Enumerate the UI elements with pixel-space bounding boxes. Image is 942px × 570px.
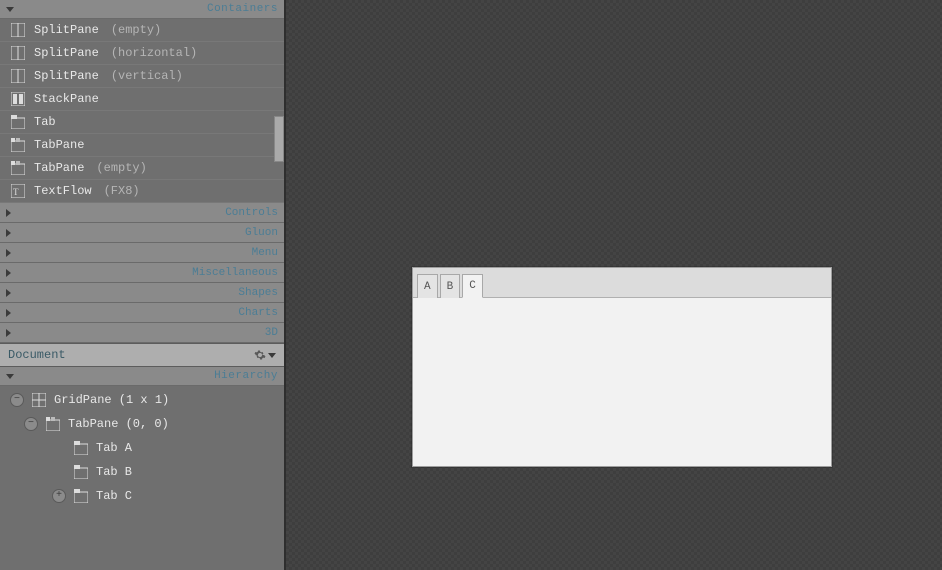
tab-icon: [72, 464, 90, 480]
expand-icon[interactable]: +: [52, 489, 66, 503]
tree-label: GridPane (1 x 1): [54, 393, 169, 407]
category-title: Containers: [207, 3, 278, 15]
tab-icon: [10, 114, 26, 130]
library-item[interactable]: SplitPane (horizontal): [0, 42, 284, 65]
grid-icon: [30, 392, 48, 408]
library-item-name: SplitPane: [34, 69, 99, 83]
library-item-name: Tab: [34, 115, 56, 129]
library-item-suffix: (vertical): [111, 69, 183, 83]
scrollbar-thumb[interactable]: [274, 116, 284, 162]
library-item[interactable]: TabPane (empty): [0, 157, 284, 180]
collapse-icon[interactable]: −: [10, 393, 24, 407]
tab-icon: [72, 488, 90, 504]
hierarchy-tree: − GridPane (1 x 1) − TabPane (0, 0) Tab A Tab…: [0, 386, 284, 570]
category-header-containers[interactable]: Containers: [0, 0, 284, 19]
splitpane-icon: [10, 22, 26, 38]
library-item[interactable]: Tab: [0, 111, 284, 134]
tree-row[interactable]: Tab A: [0, 436, 284, 460]
tab-content: [413, 298, 831, 466]
tabpane-preview[interactable]: ABC: [412, 267, 832, 467]
library-item-suffix: (empty): [96, 161, 146, 175]
hierarchy-header[interactable]: Hierarchy: [0, 367, 284, 386]
tree-label: TabPane (0, 0): [68, 417, 169, 431]
library-item[interactable]: SplitPane (empty): [0, 19, 284, 42]
tree-row[interactable]: − GridPane (1 x 1): [0, 388, 284, 412]
tabpane-icon: [10, 137, 26, 153]
category-title: Menu: [252, 247, 278, 259]
category-header[interactable]: Controls: [0, 203, 284, 223]
category-title: Shapes: [238, 287, 278, 299]
library-item-name: TextFlow: [34, 184, 92, 198]
chevron-right-icon: [6, 289, 11, 297]
library-item[interactable]: StackPane: [0, 88, 284, 111]
tabpane-icon: [44, 416, 62, 432]
tree-row[interactable]: + Tab C: [0, 484, 284, 508]
chevron-right-icon: [6, 249, 11, 257]
tree-label: Tab C: [96, 489, 132, 503]
gear-icon[interactable]: [254, 349, 266, 361]
library-item-suffix: (horizontal): [111, 46, 197, 60]
left-panel: Containers SplitPane (empty) SplitPane (hor…: [0, 0, 284, 570]
splitpane-icon: [10, 68, 26, 84]
library-item[interactable]: TabPane: [0, 134, 284, 157]
category-header[interactable]: Shapes: [0, 283, 284, 303]
category-header[interactable]: Menu: [0, 243, 284, 263]
stackpane-icon: [10, 91, 26, 107]
tab-a[interactable]: A: [417, 274, 438, 298]
tab-c[interactable]: C: [462, 274, 483, 298]
hierarchy-title: Hierarchy: [214, 370, 278, 382]
library-item-name: StackPane: [34, 92, 99, 106]
category-header[interactable]: Miscellaneous: [0, 263, 284, 283]
tab-b[interactable]: B: [440, 274, 461, 298]
tree-label: Tab A: [96, 441, 132, 455]
category-title: Gluon: [245, 227, 278, 239]
tree-row[interactable]: − TabPane (0, 0): [0, 412, 284, 436]
category-title: Miscellaneous: [192, 267, 278, 279]
textflow-icon: [10, 183, 26, 199]
chevron-down-icon[interactable]: [268, 353, 276, 358]
splitpane-icon: [10, 45, 26, 61]
document-header[interactable]: Document: [0, 343, 284, 367]
category-header[interactable]: 3D: [0, 323, 284, 343]
chevron-right-icon: [6, 209, 11, 217]
library-item[interactable]: SplitPane (vertical): [0, 65, 284, 88]
design-canvas[interactable]: ABC: [284, 0, 942, 570]
tree-row[interactable]: Tab B: [0, 460, 284, 484]
library-item-name: SplitPane: [34, 23, 99, 37]
library-item[interactable]: TextFlow (FX8): [0, 180, 284, 203]
category-header[interactable]: Gluon: [0, 223, 284, 243]
chevron-right-icon: [6, 229, 11, 237]
chevron-right-icon: [6, 329, 11, 337]
library-item-suffix: (FX8): [104, 184, 140, 198]
category-title: Controls: [225, 207, 278, 219]
category-header[interactable]: Charts: [0, 303, 284, 323]
library-item-suffix: (empty): [111, 23, 161, 37]
library-item-name: SplitPane: [34, 46, 99, 60]
chevron-down-icon: [6, 7, 14, 12]
tree-label: Tab B: [96, 465, 132, 479]
collapse-icon[interactable]: −: [24, 417, 38, 431]
library-item-name: TabPane: [34, 138, 84, 152]
tabpane-icon: [10, 160, 26, 176]
category-title: 3D: [265, 327, 278, 339]
chevron-down-icon: [6, 374, 14, 379]
category-title: Charts: [238, 307, 278, 319]
chevron-right-icon: [6, 269, 11, 277]
chevron-right-icon: [6, 309, 11, 317]
library-item-name: TabPane: [34, 161, 84, 175]
tab-icon: [72, 440, 90, 456]
document-title: Document: [8, 348, 66, 362]
tab-header: ABC: [413, 268, 831, 298]
library-list: SplitPane(empty)SplitPane(horizontal)Spl…: [0, 19, 284, 203]
